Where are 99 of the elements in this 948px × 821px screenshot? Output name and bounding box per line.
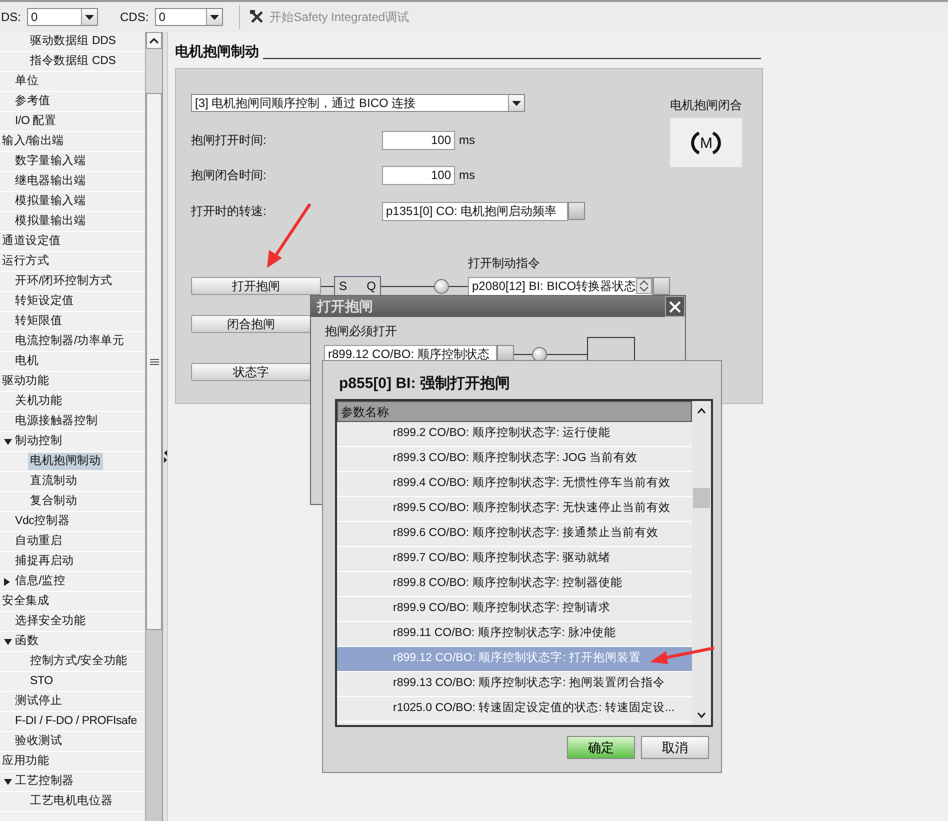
- tree-item[interactable]: 继电器输出端: [13, 173, 88, 190]
- tree-item[interactable]: 模拟量输出端: [13, 213, 88, 230]
- tree-item[interactable]: 函数: [13, 633, 41, 650]
- tree-item[interactable]: 电机: [13, 353, 41, 370]
- number-field[interactable]: 100: [382, 166, 455, 184]
- tools-icon: [250, 10, 264, 24]
- tree-item[interactable]: 制动控制: [13, 433, 64, 450]
- dds-label: DS:: [1, 9, 22, 26]
- tree-item[interactable]: 驱动数据组 DDS: [28, 33, 118, 50]
- mode-select[interactable]: [3] 电机抱闸同顺序控制，通过 BICO 连接: [191, 94, 525, 112]
- tree-item[interactable]: 选择安全功能: [13, 613, 88, 630]
- signal-field[interactable]: p1351[0] CO: 电机抱闸启动频率: [382, 202, 568, 220]
- scroll-up-button[interactable]: [146, 32, 162, 49]
- field-label: 抱闸打开时间:: [191, 132, 268, 149]
- signal-label: 打开制动指令: [468, 255, 540, 272]
- annotation-arrow: [648, 645, 716, 667]
- tree-item[interactable]: 输入/输出端: [0, 133, 66, 150]
- cds-select[interactable]: 0: [154, 8, 223, 26]
- list-item[interactable]: r1025.0 CO/BO: 转速固定设定值的状态: 转速固定设...: [337, 697, 692, 722]
- dialog-title: 打开抱闸: [317, 297, 373, 316]
- tree-item[interactable]: 工艺电机电位器: [28, 793, 115, 810]
- tree-item[interactable]: 转矩限值: [13, 313, 64, 330]
- set-input-label: S: [339, 278, 348, 295]
- tree-item[interactable]: 控制方式/安全功能: [28, 653, 130, 670]
- connector-knob[interactable]: [434, 278, 449, 294]
- list-item[interactable]: r899.7 CO/BO: 顺序控制状态字: 驱动就绪: [337, 547, 692, 572]
- list-item[interactable]: r899.6 CO/BO: 顺序控制状态字: 接通禁止当前有效: [337, 522, 692, 547]
- field-label: 抱闸必须打开: [325, 324, 398, 339]
- expand-icon[interactable]: [4, 578, 10, 586]
- unit-label: ms: [459, 167, 475, 184]
- tree-item[interactable]: 验收测试: [13, 733, 64, 750]
- cds-label: CDS:: [120, 9, 149, 26]
- scrollbar-thumb[interactable]: [693, 488, 710, 508]
- ok-button[interactable]: 确定: [567, 736, 635, 759]
- tree-item[interactable]: 参考值: [13, 93, 52, 110]
- tree-item[interactable]: 直流制动: [28, 473, 80, 490]
- list-item[interactable]: r899.2 CO/BO: 顺序控制状态字: 运行使能: [337, 422, 692, 447]
- caret-icon: [512, 100, 521, 106]
- connector-knob[interactable]: [532, 346, 547, 362]
- output-label: Q: [366, 278, 376, 295]
- status-label: 电机抱闸闭合: [670, 97, 742, 114]
- tree-item[interactable]: F-DI / F-DO / PROFIsafe: [13, 713, 139, 730]
- unit-label: ms: [459, 132, 475, 149]
- close-button[interactable]: [665, 296, 685, 317]
- signal-field[interactable]: p2080[12] BI: BICO转换器状态: [468, 276, 653, 296]
- field-label: 抱闸闭合时间:: [191, 167, 268, 184]
- caret-icon: [210, 14, 219, 20]
- tree-item[interactable]: 信息/监控: [13, 573, 68, 590]
- tree-item[interactable]: 运行方式: [0, 253, 52, 270]
- collapse-icon[interactable]: [4, 638, 12, 644]
- collapse-icon[interactable]: [4, 438, 12, 444]
- chevron-up-icon: [149, 38, 159, 44]
- grip-icon: [150, 358, 158, 364]
- tree-item[interactable]: 通道设定值: [0, 233, 64, 250]
- scrollbar-thumb[interactable]: [146, 93, 162, 630]
- tree-item[interactable]: 指令数据组 CDS: [28, 53, 118, 70]
- tree-item[interactable]: 应用功能: [0, 753, 52, 770]
- tree-item[interactable]: I/O 配置: [13, 113, 58, 130]
- tree-item[interactable]: 数字量输入端: [13, 153, 88, 170]
- column-header: 参数名称: [337, 401, 692, 422]
- tree-item[interactable]: 测试停止: [13, 693, 64, 710]
- tree-item[interactable]: 电机抱闸制动: [28, 453, 103, 470]
- cancel-button[interactable]: 取消: [641, 736, 709, 759]
- tree-item[interactable]: 自动重启: [13, 533, 64, 550]
- dialog-title: p855[0] BI: 强制打开抱闸: [338, 374, 511, 394]
- open-brake-button[interactable]: 打开抱闸: [191, 277, 321, 295]
- tree-item[interactable]: STO: [28, 673, 55, 690]
- spinner-icon[interactable]: [636, 278, 652, 294]
- tree-item[interactable]: Vdc控制器: [13, 513, 72, 530]
- status-word-button[interactable]: 状态字: [191, 363, 311, 381]
- tree-item[interactable]: 捕捉再启动: [13, 553, 76, 570]
- caret-icon: [85, 14, 94, 20]
- tree-item[interactable]: 工艺控制器: [13, 773, 76, 790]
- list-item[interactable]: r899.13 CO/BO: 顺序控制状态字: 抱闸装置闭合指令: [337, 672, 692, 697]
- close-brake-button[interactable]: 闭合抱闸: [191, 315, 311, 333]
- list-item[interactable]: r899.3 CO/BO: 顺序控制状态字: JOG 当前有效: [337, 447, 692, 472]
- list-item[interactable]: r899.9 CO/BO: 顺序控制状态字: 控制请求: [337, 597, 692, 622]
- dds-select[interactable]: 0: [27, 8, 98, 26]
- tree-item[interactable]: 关机功能: [13, 393, 64, 410]
- section-title: 电机抱闸制动: [175, 42, 259, 61]
- number-field[interactable]: 100: [382, 130, 455, 150]
- tree-item[interactable]: 转矩设定值: [13, 293, 76, 310]
- tree-item[interactable]: 复合制动: [28, 493, 80, 510]
- list-item[interactable]: r899.5 CO/BO: 顺序控制状态字: 无快速停止当前有效: [337, 497, 692, 522]
- list-item[interactable]: r899.4 CO/BO: 顺序控制状态字: 无惯性停车当前有效: [337, 472, 692, 497]
- tree-item[interactable]: 安全集成: [0, 593, 52, 610]
- field-label: 打开时的转速:: [191, 203, 268, 220]
- close-icon: [669, 300, 681, 312]
- tree-item[interactable]: 单位: [13, 73, 41, 90]
- list-item[interactable]: r899.8 CO/BO: 顺序控制状态字: 控制器使能: [337, 572, 692, 597]
- tree-item[interactable]: 电流控制器/功率单元: [13, 333, 126, 350]
- motor-symbol-icon: [691, 130, 721, 156]
- motor-symbol-label: M: [700, 134, 712, 154]
- tree-item[interactable]: 驱动功能: [0, 373, 52, 390]
- tree-item[interactable]: 电源接触器控制: [13, 413, 100, 430]
- browse-button[interactable]: [568, 202, 585, 220]
- tree-item[interactable]: 模拟量输入端: [13, 193, 88, 210]
- tree-item[interactable]: 开环/闭环控制方式: [13, 273, 114, 290]
- collapse-icon[interactable]: [4, 778, 12, 784]
